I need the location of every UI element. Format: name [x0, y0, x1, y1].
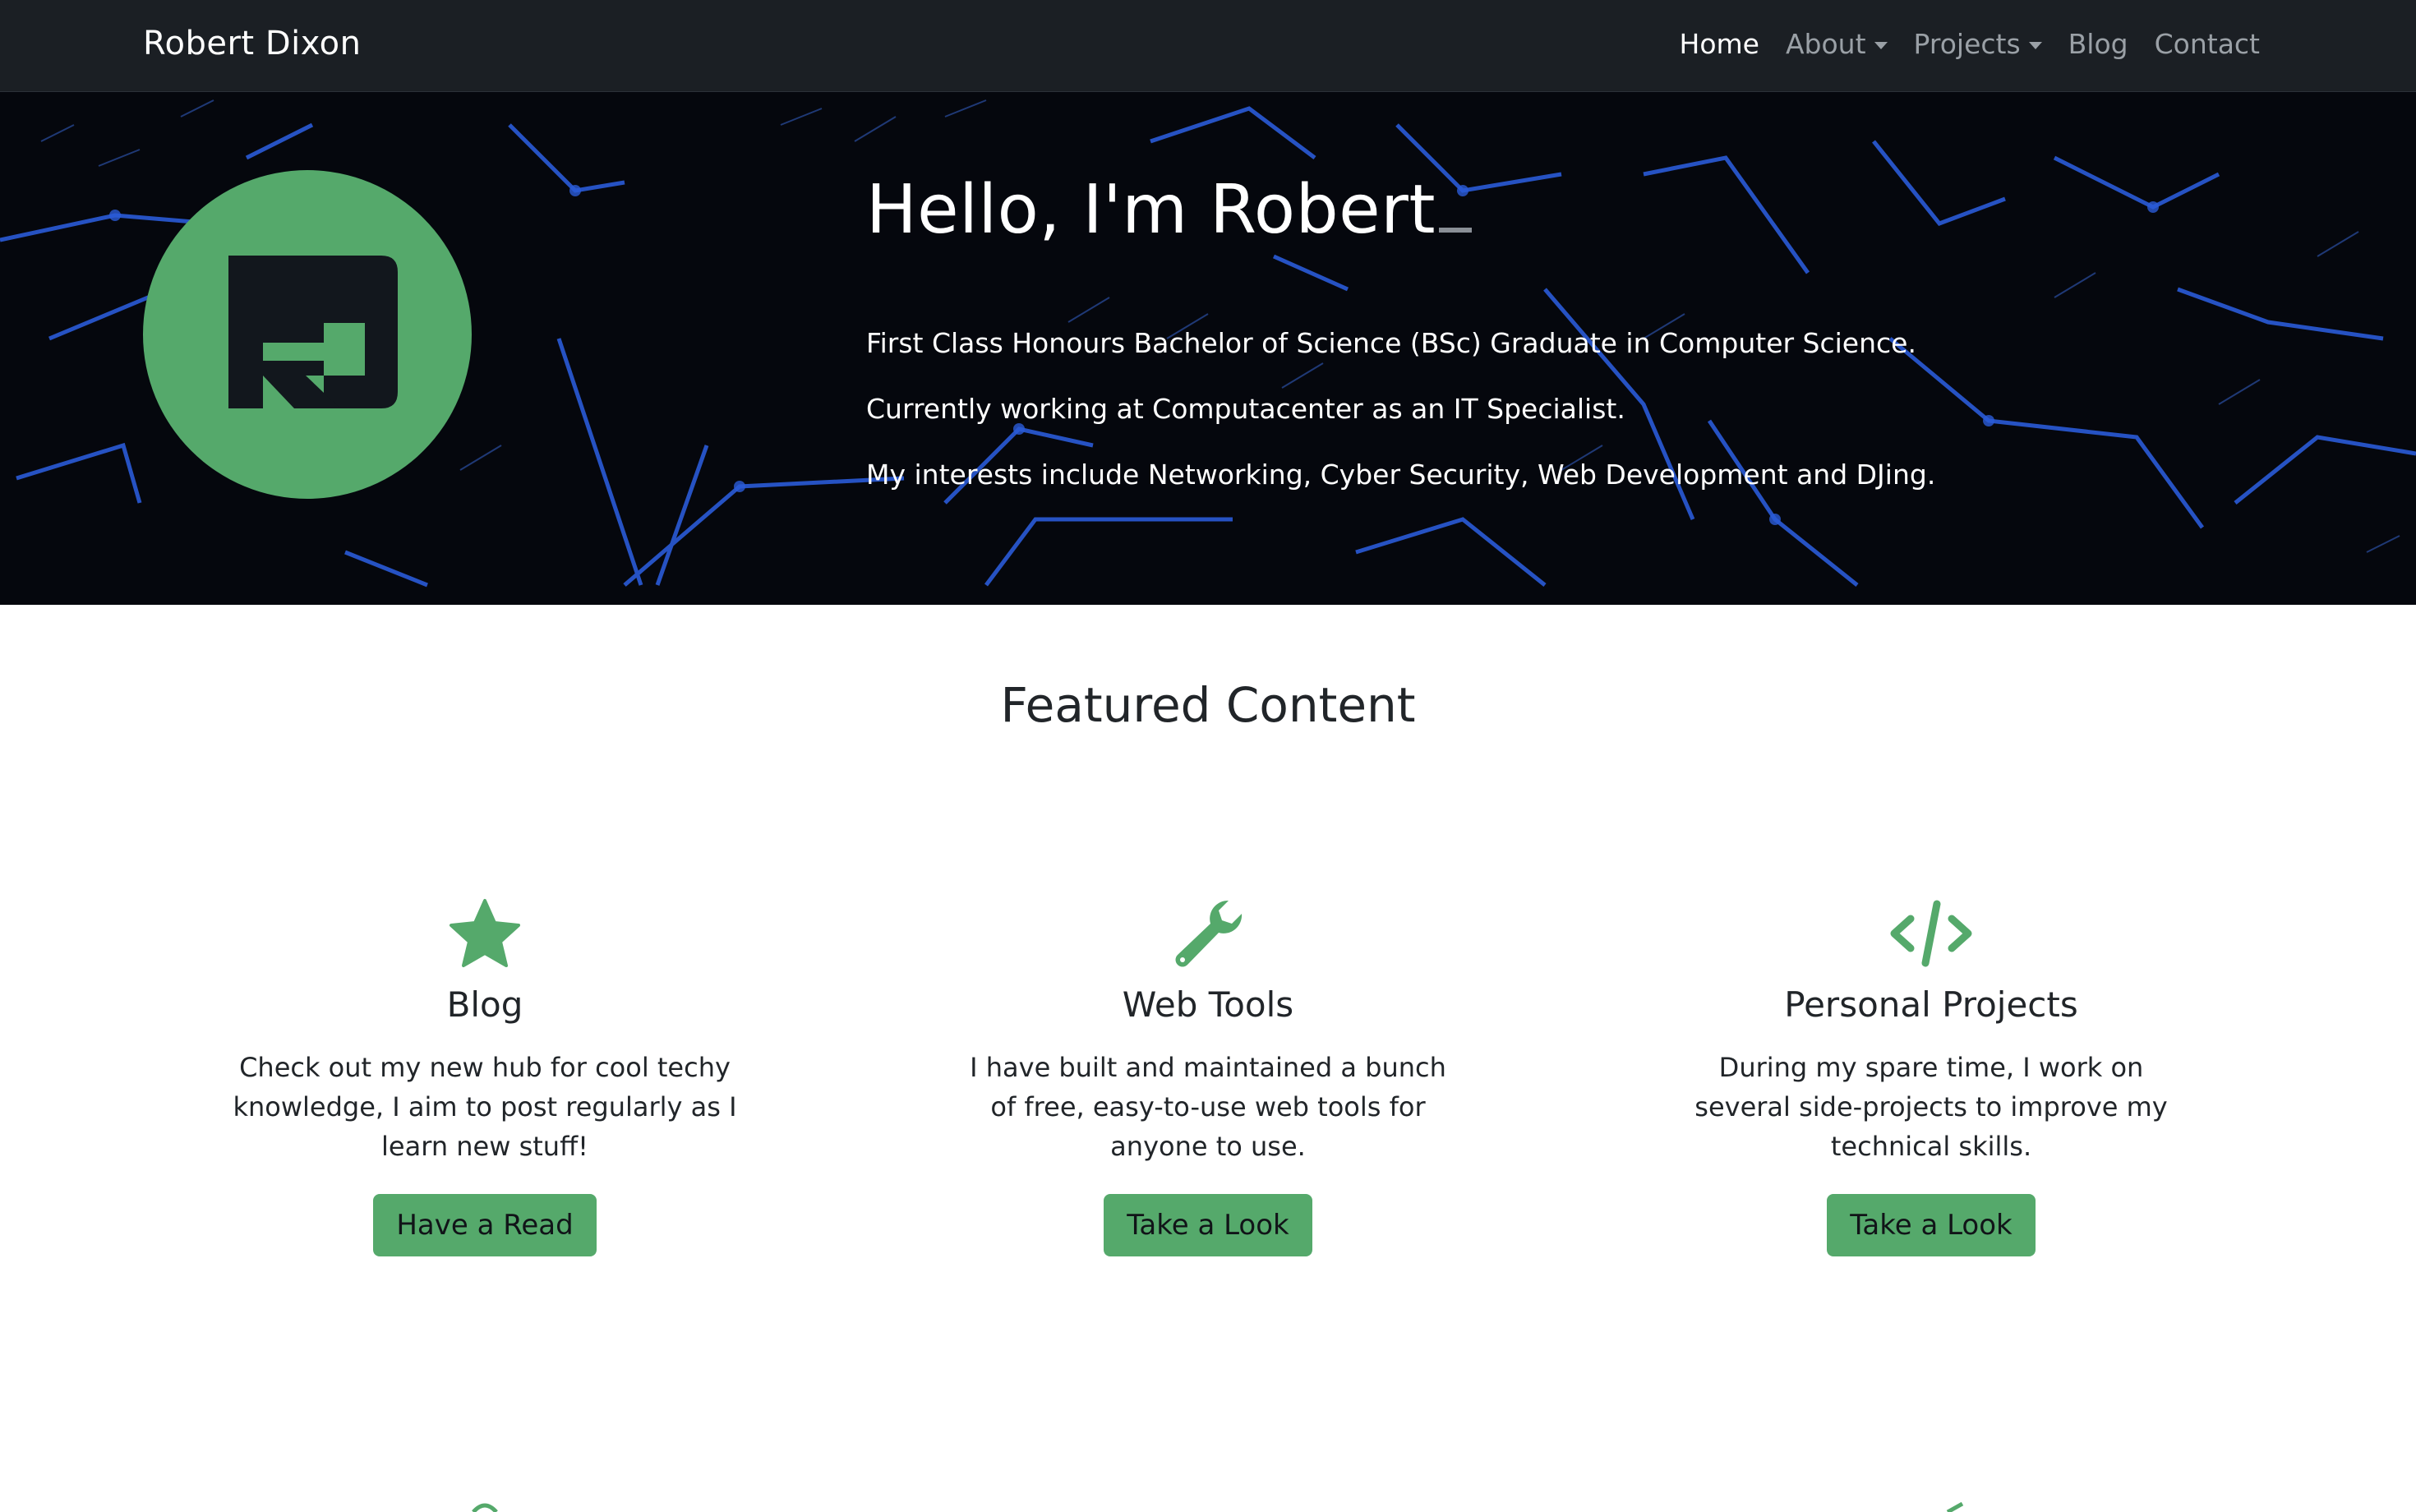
wrench-icon — [1175, 900, 1243, 967]
hero-line-interests: My interests include Networking, Cyber S… — [866, 459, 1936, 491]
take-a-look-button[interactable]: Take a Look — [1827, 1194, 2036, 1256]
nav-item-label: Blog — [2068, 28, 2128, 60]
nav-item-contact[interactable]: Contact — [2155, 28, 2260, 60]
card-text: During my spare time, I work on several … — [1694, 1052, 2168, 1162]
caret-down-icon — [2028, 42, 2042, 49]
hero-section: Hello, I'm Robert First Class Honours Ba… — [0, 92, 2416, 605]
hero-title-text: Hello, I'm Robert — [866, 171, 1436, 249]
partial-icon — [1946, 1502, 1964, 1512]
card-blog: Blog Check out my new hub for cool techy… — [214, 896, 756, 1256]
brand-link[interactable]: Robert Dixon — [143, 25, 362, 62]
card-title: Web Tools — [1122, 984, 1294, 1025]
card-personal-projects: Personal Projects During my spare time, … — [1660, 896, 2202, 1256]
nav-item-projects[interactable]: Projects — [1914, 28, 2042, 60]
have-a-read-button[interactable]: Have a Read — [373, 1194, 597, 1256]
rd-monogram-logo — [143, 170, 472, 499]
nav-item-blog[interactable]: Blog — [2068, 28, 2128, 60]
navbar: Robert Dixon Home About Projects Blog Co… — [0, 0, 2416, 92]
typing-cursor — [1438, 228, 1472, 233]
logo-mark-icon — [228, 256, 398, 408]
card-title: Personal Projects — [1784, 984, 2078, 1025]
hero-title: Hello, I'm Robert — [866, 171, 1472, 249]
nav-item-label: About — [1785, 28, 1866, 60]
nav-item-about[interactable]: About — [1786, 28, 1888, 60]
nav-menu: Home About Projects Blog Contact — [1680, 28, 2260, 60]
hero-line-degree: First Class Honours Bachelor of Science … — [866, 327, 1916, 359]
nav-item-label: Projects — [1913, 28, 2021, 60]
card-text: Check out my new hub for cool techy know… — [233, 1052, 737, 1162]
nav-item-label: Home — [1679, 28, 1759, 60]
featured-title: Featured Content — [1000, 677, 1416, 733]
take-a-look-button[interactable]: Take a Look — [1104, 1194, 1312, 1256]
card-web-tools: Web Tools I have built and maintained a … — [937, 896, 1479, 1256]
nav-item-home[interactable]: Home — [1680, 28, 1759, 60]
partial-icon — [472, 1503, 498, 1512]
hero-line-job: Currently working at Computacenter as an… — [866, 393, 1625, 425]
star-icon — [450, 899, 520, 967]
card-title: Blog — [446, 984, 523, 1025]
nav-item-label: Contact — [2154, 28, 2260, 60]
caret-down-icon — [1874, 42, 1888, 49]
code-icon — [1890, 900, 1972, 967]
card-text: I have built and maintained a bunch of f… — [970, 1052, 1446, 1162]
